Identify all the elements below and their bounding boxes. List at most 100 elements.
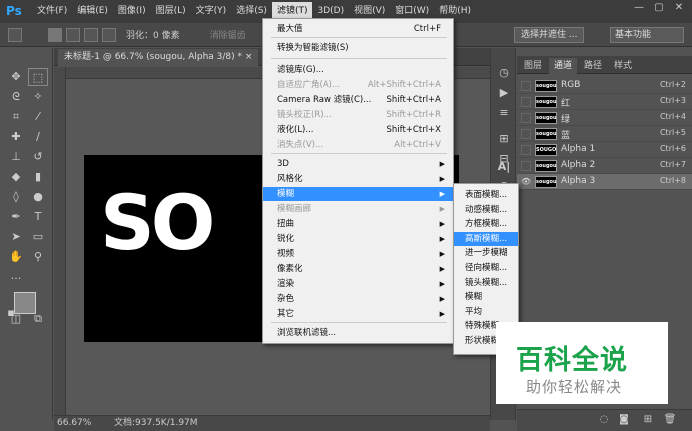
tab-channels[interactable]: 通道 (549, 58, 578, 74)
lasso-tool-icon[interactable]: ᘓ (6, 88, 26, 106)
visibility-eye-icon[interactable] (521, 129, 531, 139)
channel-row[interactable]: SOUGOU Alpha 1 Ctrl+6 (517, 142, 692, 158)
properties-panel-icon[interactable]: ≡ (496, 106, 512, 122)
close-icon[interactable]: ✕ (670, 2, 688, 18)
filter-menu-item[interactable]: 其它 ▶ (263, 307, 453, 321)
blur-menu-item[interactable]: 平均 (454, 305, 518, 319)
filter-menu-item[interactable]: 最大值 Ctrl+F (263, 22, 453, 36)
visibility-eye-icon[interactable] (521, 97, 531, 107)
filter-menu-item[interactable]: 锐化 ▶ (263, 232, 453, 246)
new-channel-icon[interactable]: ⊞ (641, 414, 655, 428)
filter-menu-item[interactable]: 液化(L)... Shift+Ctrl+X (263, 123, 453, 137)
healing-brush-icon[interactable]: ✚ (6, 128, 26, 146)
menu-file[interactable]: 文件(F) (32, 2, 72, 21)
dodge-tool-icon[interactable]: ● (28, 188, 48, 206)
blur-menu-item[interactable]: 方框模糊... (454, 217, 518, 231)
add-selection-icon[interactable] (66, 27, 80, 42)
zoom-level[interactable]: 66.67% (57, 416, 91, 431)
close-tab-icon[interactable]: × (245, 52, 253, 62)
tab-styles[interactable]: 样式 (609, 58, 637, 74)
subtract-selection-icon[interactable] (84, 27, 98, 42)
blur-menu-item[interactable]: 径向模糊... (454, 261, 518, 275)
filter-menu-item[interactable]: 模糊画廊 ▶ (263, 202, 453, 216)
filter-menu-item[interactable]: 镜头校正(R)... Shift+Ctrl+R (263, 108, 453, 122)
visibility-eye-icon[interactable] (521, 161, 531, 171)
visibility-eye-icon[interactable]: 👁 (521, 177, 531, 187)
intersect-selection-icon[interactable] (102, 27, 116, 42)
menu-type[interactable]: 文字(Y) (191, 2, 232, 21)
filter-menu-item[interactable]: 视频 ▶ (263, 247, 453, 261)
magic-wand-icon[interactable]: ✧ (28, 88, 48, 106)
new-selection-icon[interactable] (48, 27, 62, 42)
visibility-eye-icon[interactable] (521, 145, 531, 155)
tab-paths[interactable]: 路径 (579, 58, 607, 74)
marquee-tool-preset[interactable] (8, 27, 22, 42)
history-brush-icon[interactable]: ↺ (28, 148, 48, 166)
channel-row[interactable]: sougou Alpha 2 Ctrl+7 (517, 158, 692, 174)
filter-menu-item[interactable]: 模糊 ▶ (263, 187, 453, 201)
quick-mask-icon[interactable]: ◫ (6, 310, 26, 328)
filter-menu-item[interactable]: 杂色 ▶ (263, 292, 453, 306)
character-panel-icon[interactable]: A| (496, 160, 512, 176)
antialias-checkbox[interactable]: 消除锯齿 (210, 28, 246, 41)
filter-menu-item[interactable]: 3D ▶ (263, 157, 453, 171)
blur-menu-item[interactable]: 进一步模糊 (454, 246, 518, 260)
crop-tool-icon[interactable]: ⌗ (6, 108, 26, 126)
more-tools-icon[interactable]: ··· (6, 270, 26, 288)
blur-tool-icon[interactable]: ◊ (6, 188, 26, 206)
filter-menu-item[interactable]: 消失点(V)... Alt+Ctrl+V (263, 138, 453, 152)
brush-panel-icon[interactable]: ⊞ (496, 132, 512, 148)
eraser-icon[interactable]: ◆ (6, 168, 26, 186)
zoom-tool-icon[interactable]: ⚲ (28, 248, 48, 266)
blur-menu-item[interactable]: 动感模糊... (454, 203, 518, 217)
blur-menu-item[interactable]: 模糊 (454, 290, 518, 304)
submenu-arrow-icon: ▶ (439, 220, 445, 228)
filter-menu-item[interactable]: 滤镜库(G)... (263, 63, 453, 77)
hand-tool-icon[interactable]: ✋ (6, 248, 26, 266)
visibility-eye-icon[interactable] (521, 81, 531, 91)
menu-edit[interactable]: 编辑(E) (72, 2, 113, 21)
filter-menu-item[interactable]: 浏览联机滤镜... (263, 326, 453, 340)
filter-menu-item[interactable]: 风格化 ▶ (263, 172, 453, 186)
feather-field[interactable]: 羽化：0 像素 (126, 28, 180, 41)
channel-row[interactable]: 👁 sougou Alpha 3 Ctrl+8 (517, 174, 692, 190)
channel-row[interactable]: sougou 红 Ctrl+3 (517, 94, 692, 110)
clone-stamp-icon[interactable]: ⊥ (6, 148, 26, 166)
gradient-icon[interactable]: ▮ (28, 168, 48, 186)
history-panel-icon[interactable]: ◷ (496, 66, 512, 82)
brush-tool-icon[interactable]: ∕ (28, 128, 48, 146)
move-tool-icon[interactable]: ✥ (6, 68, 26, 86)
visibility-eye-icon[interactable] (521, 113, 531, 123)
blur-menu-item[interactable]: 高斯模糊... (454, 231, 518, 246)
screen-mode-icon[interactable]: ⧉ (28, 310, 48, 328)
pen-tool-icon[interactable]: ✒ (6, 208, 26, 226)
channel-row[interactable]: sougou 绿 Ctrl+4 (517, 110, 692, 126)
path-select-icon[interactable]: ➤ (6, 228, 26, 246)
menu-image[interactable]: 图像(I) (113, 2, 151, 21)
document-tab[interactable]: 未标题-1 @ 66.7% (sougou, Alpha 3/8) * × (58, 49, 259, 66)
blur-menu-item[interactable]: 表面模糊... (454, 188, 518, 202)
channel-row[interactable]: sougou RGB Ctrl+2 (517, 78, 692, 94)
filter-menu-item[interactable]: 转换为智能滤镜(S) (263, 41, 453, 55)
tab-layers[interactable]: 图层 (519, 58, 547, 74)
select-and-mask-button[interactable]: 选择并遮住 ... (514, 27, 584, 43)
load-selection-icon[interactable]: ◌ (597, 414, 611, 428)
minimize-icon[interactable]: — (630, 2, 648, 18)
workspace-select[interactable]: 基本功能 (610, 27, 684, 43)
marquee-tool-icon[interactable]: ⬚ (28, 68, 48, 86)
menu-layer[interactable]: 图层(L) (151, 2, 191, 21)
blur-menu-item[interactable]: 镜头模糊... (454, 276, 518, 290)
eyedropper-icon[interactable]: ⁄ (28, 108, 48, 126)
filter-menu-item[interactable]: 像素化 ▶ (263, 262, 453, 276)
filter-menu-item[interactable]: 渲染 ▶ (263, 277, 453, 291)
type-tool-icon[interactable]: T (28, 208, 48, 226)
actions-panel-icon[interactable]: ▶ (496, 86, 512, 102)
save-selection-icon[interactable]: ◙ (617, 414, 631, 428)
filter-menu-item[interactable]: 扭曲 ▶ (263, 217, 453, 231)
channel-row[interactable]: sougou 蓝 Ctrl+5 (517, 126, 692, 142)
delete-channel-icon[interactable]: 🗑 (663, 414, 677, 428)
filter-menu-item[interactable]: 自适应广角(A)... Alt+Shift+Ctrl+A (263, 78, 453, 92)
rectangle-tool-icon[interactable]: ▭ (28, 228, 48, 246)
restore-icon[interactable]: ▢ (650, 2, 668, 18)
filter-menu-item[interactable]: Camera Raw 滤镜(C)... Shift+Ctrl+A (263, 93, 453, 107)
